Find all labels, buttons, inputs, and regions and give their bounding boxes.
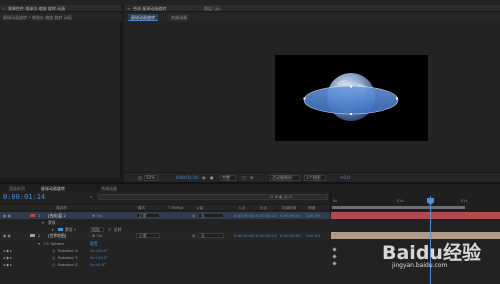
layer-in[interactable]: 0:00:00:00 xyxy=(234,213,255,218)
work-area-bar[interactable] xyxy=(332,206,465,209)
property-row-masks[interactable]: ▾ 蒙版 xyxy=(0,219,330,226)
layer-duration[interactable]: 0:00:05:00 xyxy=(280,213,301,218)
timeline-tabs: 渲染队列 星球动画旋转 合成动画 xyxy=(0,182,500,192)
tab-comp-main[interactable]: 星球动画旋转 xyxy=(128,14,158,21)
col-out[interactable]: 出点 xyxy=(260,206,267,211)
effect-controls-title[interactable]: 效果控件 地球仪 缩放 旋转 动画 xyxy=(8,6,65,12)
layer-duration[interactable]: 0:00:05:00 xyxy=(280,233,301,238)
stopwatch-icon[interactable]: ◷ xyxy=(52,248,55,253)
layer-row-2[interactable]: ◉ ◉ 2 [世界地图] ⊕ ⁄ fx 正常 ◎ 无 0:00:00:00 0:… xyxy=(0,232,330,240)
layer-out[interactable]: 0:00:04:24 xyxy=(256,213,277,218)
layer-row-1[interactable]: ◉ ◉ 1 [合成]蓝 2 ⊕ ⁄ fx 正常 ◎ 无 0:00:00:00 0… xyxy=(0,212,330,219)
composition-title[interactable]: 合成 星球动画旋转 xyxy=(133,6,166,12)
ruler-label-1: 01s xyxy=(397,199,404,203)
composition-tabs: 星球动画旋转 合成动画 xyxy=(124,13,500,22)
mask-vertex-right xyxy=(396,97,398,100)
grid-icon[interactable]: ⊞ xyxy=(250,175,253,180)
watermark-url: jingyan.baidu.com xyxy=(392,262,448,269)
composition-toolbar: ◲ 50% 0:00:01:14 ◉ ● 完整 ▢ ⊞ 活动摄像机 1个视图 +… xyxy=(124,172,500,182)
layer-number: 2 xyxy=(38,233,41,238)
effect-controls-subheader: 星球动画旋转 • 地球仪 缩放 旋转 动画 xyxy=(0,13,122,21)
layer-in[interactable]: 0:00:00:00 xyxy=(234,233,255,238)
effect-row-cc-sphere[interactable]: ▾ CC Sphere 重置 xyxy=(0,240,330,247)
visibility-icon[interactable]: ◉ ◉ xyxy=(3,213,11,218)
property-name: Rotation X xyxy=(58,248,78,253)
snapshot-icon[interactable]: ◉ xyxy=(202,175,206,180)
effect-name: CC Sphere xyxy=(44,241,64,246)
property-row-rotation-x[interactable]: ◂ ◆ ▸ ◷ Rotation X 0x+20.0° xyxy=(0,247,330,254)
keyframe-nav-icon[interactable]: ◂ ◆ ▸ xyxy=(3,262,12,267)
current-time[interactable]: 0:00:01:14 xyxy=(176,175,198,180)
layer-panel-title[interactable]: 图层 (无) xyxy=(204,6,220,12)
stopwatch-icon[interactable]: ◷ xyxy=(52,255,55,260)
effect-controls-header: × 效果控件 地球仪 缩放 旋转 动画 xyxy=(0,5,122,12)
layer-1-duration-bar[interactable] xyxy=(331,212,500,219)
baidu-watermark-logo: Baidu经验 xyxy=(382,242,481,264)
timeline-timecode[interactable]: 0:00:01:14 xyxy=(3,193,45,201)
resolution-dropdown[interactable]: 完整 xyxy=(222,175,230,181)
property-row-rotation-y[interactable]: ◂ ◆ ▸ ◷ Rotation Y 0x+10.0° xyxy=(0,254,330,261)
col-trkmat[interactable]: T TrkMat xyxy=(168,206,183,210)
expand-triangle-icon[interactable]: ▾ xyxy=(42,220,44,225)
search-icon: ⌕ xyxy=(90,194,93,199)
parent-pick-icon[interactable]: ◎ xyxy=(192,213,195,218)
layer-stretch[interactable]: 100.0% xyxy=(306,213,320,218)
layer-out[interactable]: 0:00:04:24 xyxy=(256,233,277,238)
parent-pick-icon[interactable]: ◎ xyxy=(192,233,195,238)
effect-controls-subtitle: 星球动画旋转 • 地球仪 缩放 旋转 动画 xyxy=(3,15,72,20)
layer-color-label[interactable] xyxy=(30,234,35,237)
property-value[interactable]: 0x+20.0° xyxy=(90,248,108,253)
ruler-label-0: 0s xyxy=(333,199,338,203)
composition-header: ≡ 合成 星球动画旋转 图层 (无) xyxy=(124,5,500,12)
mask-vertex-bottom xyxy=(350,113,352,115)
keyframe-nav-icon[interactable]: ◂ ◆ ▸ xyxy=(3,255,12,260)
region-icon[interactable]: ▢ xyxy=(242,175,246,180)
close-icon[interactable]: × xyxy=(2,7,5,11)
stopwatch-icon[interactable]: ◷ xyxy=(52,262,55,267)
property-value[interactable]: 0x+10.0° xyxy=(90,255,108,260)
color-icon[interactable]: ● xyxy=(210,175,214,180)
col-stretch[interactable]: 伸缩 xyxy=(308,206,315,211)
toggle-switches-icon[interactable]: ⊡ ⊞ ◐ ◎ ⊙ xyxy=(270,194,292,199)
composition-viewer[interactable] xyxy=(275,55,428,141)
col-duration[interactable]: 持续时间 xyxy=(282,206,296,211)
property-name: Rotation Z xyxy=(58,262,78,267)
timeline-search-input[interactable] xyxy=(98,194,328,200)
mask-color-swatch[interactable] xyxy=(58,228,63,231)
col-in[interactable]: 入点 xyxy=(238,206,245,211)
ruler-label-2: 02s xyxy=(461,199,468,203)
exposure-value[interactable]: +0.0 xyxy=(340,175,350,180)
layer-parent[interactable]: 无 xyxy=(201,233,205,239)
views-dropdown[interactable]: 1个视图 xyxy=(306,175,321,181)
col-parent[interactable]: 父级 xyxy=(196,206,203,211)
layer-stretch[interactable]: 100.0% xyxy=(306,233,320,238)
effect-controls-panel: × 效果控件 地球仪 缩放 旋转 动画 星球动画旋转 • 地球仪 缩放 旋转 动… xyxy=(0,5,122,178)
property-row-rotation-z[interactable]: ◂ ◆ ▸ ◷ Rotation Z 0x+0.0° xyxy=(0,261,330,268)
timeline-column-header: 源名称 模式 T TrkMat 父级 入点 出点 持续时间 伸缩 xyxy=(0,204,330,211)
mask-vertex-top xyxy=(350,85,352,88)
layer-name[interactable]: [世界地图] xyxy=(48,233,66,239)
property-name: Rotation Y xyxy=(58,255,78,260)
keyframe-nav-icon[interactable]: ◂ ◆ ▸ xyxy=(3,248,12,253)
menu-icon[interactable]: ≡ xyxy=(127,7,130,11)
zoom-level[interactable]: 50% xyxy=(146,175,155,180)
zoom-icon[interactable]: ◲ xyxy=(138,175,142,180)
mask-vertex-left xyxy=(303,97,306,100)
col-mode[interactable]: 模式 xyxy=(138,206,145,211)
layer-mode[interactable]: 正常 xyxy=(139,233,147,239)
switch-icons[interactable]: ⊕ ⁄ fx xyxy=(92,213,102,218)
col-source-name[interactable]: 源名称 xyxy=(56,206,67,211)
switch-icons[interactable]: ⊕ ⁄ fx xyxy=(92,233,102,238)
property-value[interactable]: 0x+0.0° xyxy=(90,262,106,267)
layer-number: 1 xyxy=(38,213,41,218)
layer-color-label[interactable] xyxy=(30,214,35,217)
expand-triangle-icon[interactable]: ▾ xyxy=(38,241,40,246)
tab-comp-secondary[interactable]: 合成动画 xyxy=(168,14,190,21)
camera-dropdown[interactable]: 活动摄像机 xyxy=(272,175,292,181)
ring-mask-ellipse xyxy=(303,85,399,115)
visibility-icon[interactable]: ◉ ◉ xyxy=(3,233,11,238)
globe-render xyxy=(303,73,399,121)
